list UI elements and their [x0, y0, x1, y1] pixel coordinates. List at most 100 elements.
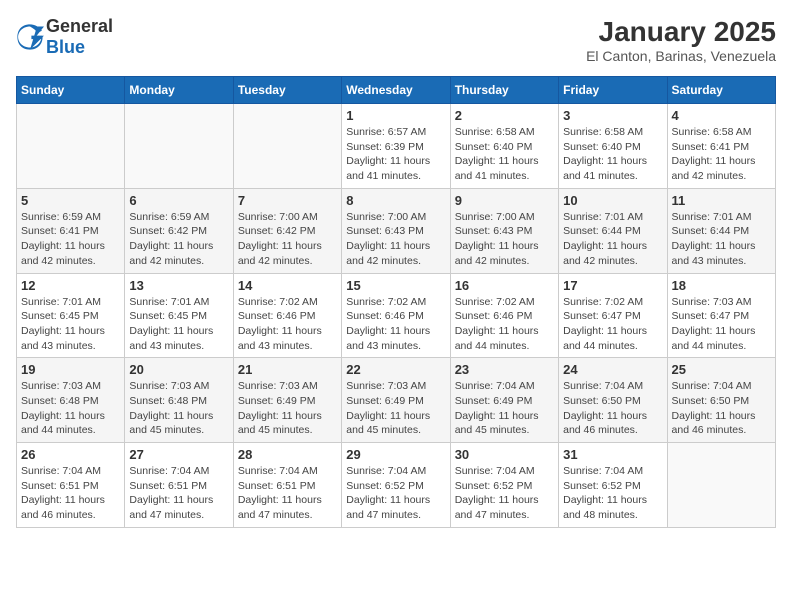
calendar-cell: 12 Sunrise: 7:01 AMSunset: 6:45 PMDayligh…	[17, 273, 125, 358]
calendar-title: January 2025	[586, 16, 776, 48]
calendar-cell: 1 Sunrise: 6:57 AMSunset: 6:39 PMDaylight…	[342, 104, 450, 189]
calendar-cell: 7Sunrise: 7:00 AMSunset: 6:42 PMDaylight…	[233, 188, 341, 273]
day-number: 20	[129, 362, 228, 377]
day-info: Sunrise: 7:02 AMSunset: 6:46 PMDaylight:…	[455, 295, 554, 354]
calendar-cell: 3Sunrise: 6:58 AMSunset: 6:40 PMDaylight…	[559, 104, 667, 189]
calendar-cell: 16 Sunrise: 7:02 AMSunset: 6:46 PMDayligh…	[450, 273, 558, 358]
day-number: 12	[21, 278, 120, 293]
day-info: Sunrise: 6:58 AMSunset: 6:41 PMDaylight:…	[672, 125, 771, 184]
day-info: Sunrise: 7:04 AMSunset: 6:49 PMDaylight:…	[455, 379, 554, 438]
week-row-4: 19Sunrise: 7:03 AMSunset: 6:48 PMDayligh…	[17, 358, 776, 443]
day-number: 5	[21, 193, 120, 208]
weekday-header-monday: Monday	[125, 77, 233, 104]
day-number: 19	[21, 362, 120, 377]
day-info: Sunrise: 7:04 AMSunset: 6:52 PMDaylight:…	[455, 464, 554, 523]
calendar-cell: 10 Sunrise: 7:01 AMSunset: 6:44 PMDayligh…	[559, 188, 667, 273]
day-info: Sunrise: 7:01 AMSunset: 6:44 PMDaylight:…	[672, 210, 771, 269]
calendar-cell: 4 Sunrise: 6:58 AMSunset: 6:41 PMDaylight…	[667, 104, 775, 189]
day-number: 15	[346, 278, 445, 293]
day-number: 14	[238, 278, 337, 293]
day-info: Sunrise: 7:04 AMSunset: 6:51 PMDaylight:…	[21, 464, 120, 523]
calendar-cell: 14 Sunrise: 7:02 AMSunset: 6:46 PMDayligh…	[233, 273, 341, 358]
calendar-cell: 19Sunrise: 7:03 AMSunset: 6:48 PMDayligh…	[17, 358, 125, 443]
logo-icon	[16, 23, 44, 51]
day-number: 1	[346, 108, 445, 123]
day-info: Sunrise: 7:04 AMSunset: 6:50 PMDaylight:…	[672, 379, 771, 438]
day-number: 21	[238, 362, 337, 377]
calendar-cell: 5 Sunrise: 6:59 AMSunset: 6:41 PMDaylight…	[17, 188, 125, 273]
day-info: Sunrise: 7:04 AMSunset: 6:52 PMDaylight:…	[346, 464, 445, 523]
calendar-cell	[667, 443, 775, 528]
calendar-cell	[125, 104, 233, 189]
day-number: 17	[563, 278, 662, 293]
day-number: 4	[672, 108, 771, 123]
day-info: Sunrise: 7:01 AMSunset: 6:45 PMDaylight:…	[129, 295, 228, 354]
day-info: Sunrise: 7:01 AMSunset: 6:44 PMDaylight:…	[563, 210, 662, 269]
weekday-header-saturday: Saturday	[667, 77, 775, 104]
calendar-cell: 20Sunrise: 7:03 AMSunset: 6:48 PMDayligh…	[125, 358, 233, 443]
day-info: Sunrise: 7:02 AMSunset: 6:46 PMDaylight:…	[238, 295, 337, 354]
calendar-cell: 6 Sunrise: 6:59 AMSunset: 6:42 PMDaylight…	[125, 188, 233, 273]
calendar-cell: 25 Sunrise: 7:04 AMSunset: 6:50 PMDayligh…	[667, 358, 775, 443]
week-row-3: 12 Sunrise: 7:01 AMSunset: 6:45 PMDayligh…	[17, 273, 776, 358]
day-info: Sunrise: 6:57 AMSunset: 6:39 PMDaylight:…	[346, 125, 445, 184]
logo: General Blue	[16, 16, 113, 58]
day-info: Sunrise: 6:59 AMSunset: 6:42 PMDaylight:…	[129, 210, 228, 269]
calendar-table: SundayMondayTuesdayWednesdayThursdayFrid…	[16, 76, 776, 528]
day-number: 27	[129, 447, 228, 462]
day-number: 26	[21, 447, 120, 462]
calendar-cell: 26 Sunrise: 7:04 AMSunset: 6:51 PMDayligh…	[17, 443, 125, 528]
weekday-header-tuesday: Tuesday	[233, 77, 341, 104]
logo-blue: Blue	[46, 37, 85, 57]
calendar-cell: 23Sunrise: 7:04 AMSunset: 6:49 PMDayligh…	[450, 358, 558, 443]
day-number: 24	[563, 362, 662, 377]
day-number: 13	[129, 278, 228, 293]
logo-text: General Blue	[46, 16, 113, 58]
day-info: Sunrise: 7:03 AMSunset: 6:49 PMDaylight:…	[346, 379, 445, 438]
day-number: 28	[238, 447, 337, 462]
day-number: 8	[346, 193, 445, 208]
calendar-cell: 21 Sunrise: 7:03 AMSunset: 6:49 PMDayligh…	[233, 358, 341, 443]
calendar-cell: 8 Sunrise: 7:00 AMSunset: 6:43 PMDaylight…	[342, 188, 450, 273]
calendar-cell	[17, 104, 125, 189]
page-header: General Blue January 2025 El Canton, Bar…	[16, 16, 776, 64]
day-number: 16	[455, 278, 554, 293]
day-info: Sunrise: 7:02 AMSunset: 6:47 PMDaylight:…	[563, 295, 662, 354]
weekday-header-wednesday: Wednesday	[342, 77, 450, 104]
day-info: Sunrise: 6:59 AMSunset: 6:41 PMDaylight:…	[21, 210, 120, 269]
calendar-cell: 31Sunrise: 7:04 AMSunset: 6:52 PMDayligh…	[559, 443, 667, 528]
day-info: Sunrise: 7:01 AMSunset: 6:45 PMDaylight:…	[21, 295, 120, 354]
calendar-cell: 2 Sunrise: 6:58 AMSunset: 6:40 PMDaylight…	[450, 104, 558, 189]
day-info: Sunrise: 7:03 AMSunset: 6:49 PMDaylight:…	[238, 379, 337, 438]
calendar-subtitle: El Canton, Barinas, Venezuela	[586, 48, 776, 64]
calendar-cell: 24 Sunrise: 7:04 AMSunset: 6:50 PMDayligh…	[559, 358, 667, 443]
day-number: 9	[455, 193, 554, 208]
calendar-cell: 9Sunrise: 7:00 AMSunset: 6:43 PMDaylight…	[450, 188, 558, 273]
weekday-header-friday: Friday	[559, 77, 667, 104]
week-row-1: 1 Sunrise: 6:57 AMSunset: 6:39 PMDaylight…	[17, 104, 776, 189]
day-number: 25	[672, 362, 771, 377]
day-info: Sunrise: 7:04 AMSunset: 6:51 PMDaylight:…	[238, 464, 337, 523]
calendar-cell: 29 Sunrise: 7:04 AMSunset: 6:52 PMDayligh…	[342, 443, 450, 528]
weekday-header-sunday: Sunday	[17, 77, 125, 104]
day-info: Sunrise: 6:58 AMSunset: 6:40 PMDaylight:…	[563, 125, 662, 184]
day-number: 2	[455, 108, 554, 123]
day-info: Sunrise: 7:03 AMSunset: 6:47 PMDaylight:…	[672, 295, 771, 354]
day-info: Sunrise: 7:04 AMSunset: 6:50 PMDaylight:…	[563, 379, 662, 438]
weekday-header-row: SundayMondayTuesdayWednesdayThursdayFrid…	[17, 77, 776, 104]
calendar-cell: 15Sunrise: 7:02 AMSunset: 6:46 PMDayligh…	[342, 273, 450, 358]
day-info: Sunrise: 7:04 AMSunset: 6:51 PMDaylight:…	[129, 464, 228, 523]
day-number: 10	[563, 193, 662, 208]
day-number: 30	[455, 447, 554, 462]
title-area: January 2025 El Canton, Barinas, Venezue…	[586, 16, 776, 64]
calendar-cell: 11Sunrise: 7:01 AMSunset: 6:44 PMDayligh…	[667, 188, 775, 273]
day-number: 6	[129, 193, 228, 208]
day-info: Sunrise: 7:04 AMSunset: 6:52 PMDaylight:…	[563, 464, 662, 523]
day-info: Sunrise: 6:58 AMSunset: 6:40 PMDaylight:…	[455, 125, 554, 184]
day-info: Sunrise: 7:00 AMSunset: 6:42 PMDaylight:…	[238, 210, 337, 269]
day-info: Sunrise: 7:00 AMSunset: 6:43 PMDaylight:…	[346, 210, 445, 269]
week-row-5: 26 Sunrise: 7:04 AMSunset: 6:51 PMDayligh…	[17, 443, 776, 528]
day-number: 29	[346, 447, 445, 462]
calendar-cell: 27 Sunrise: 7:04 AMSunset: 6:51 PMDayligh…	[125, 443, 233, 528]
calendar-cell: 28 Sunrise: 7:04 AMSunset: 6:51 PMDayligh…	[233, 443, 341, 528]
